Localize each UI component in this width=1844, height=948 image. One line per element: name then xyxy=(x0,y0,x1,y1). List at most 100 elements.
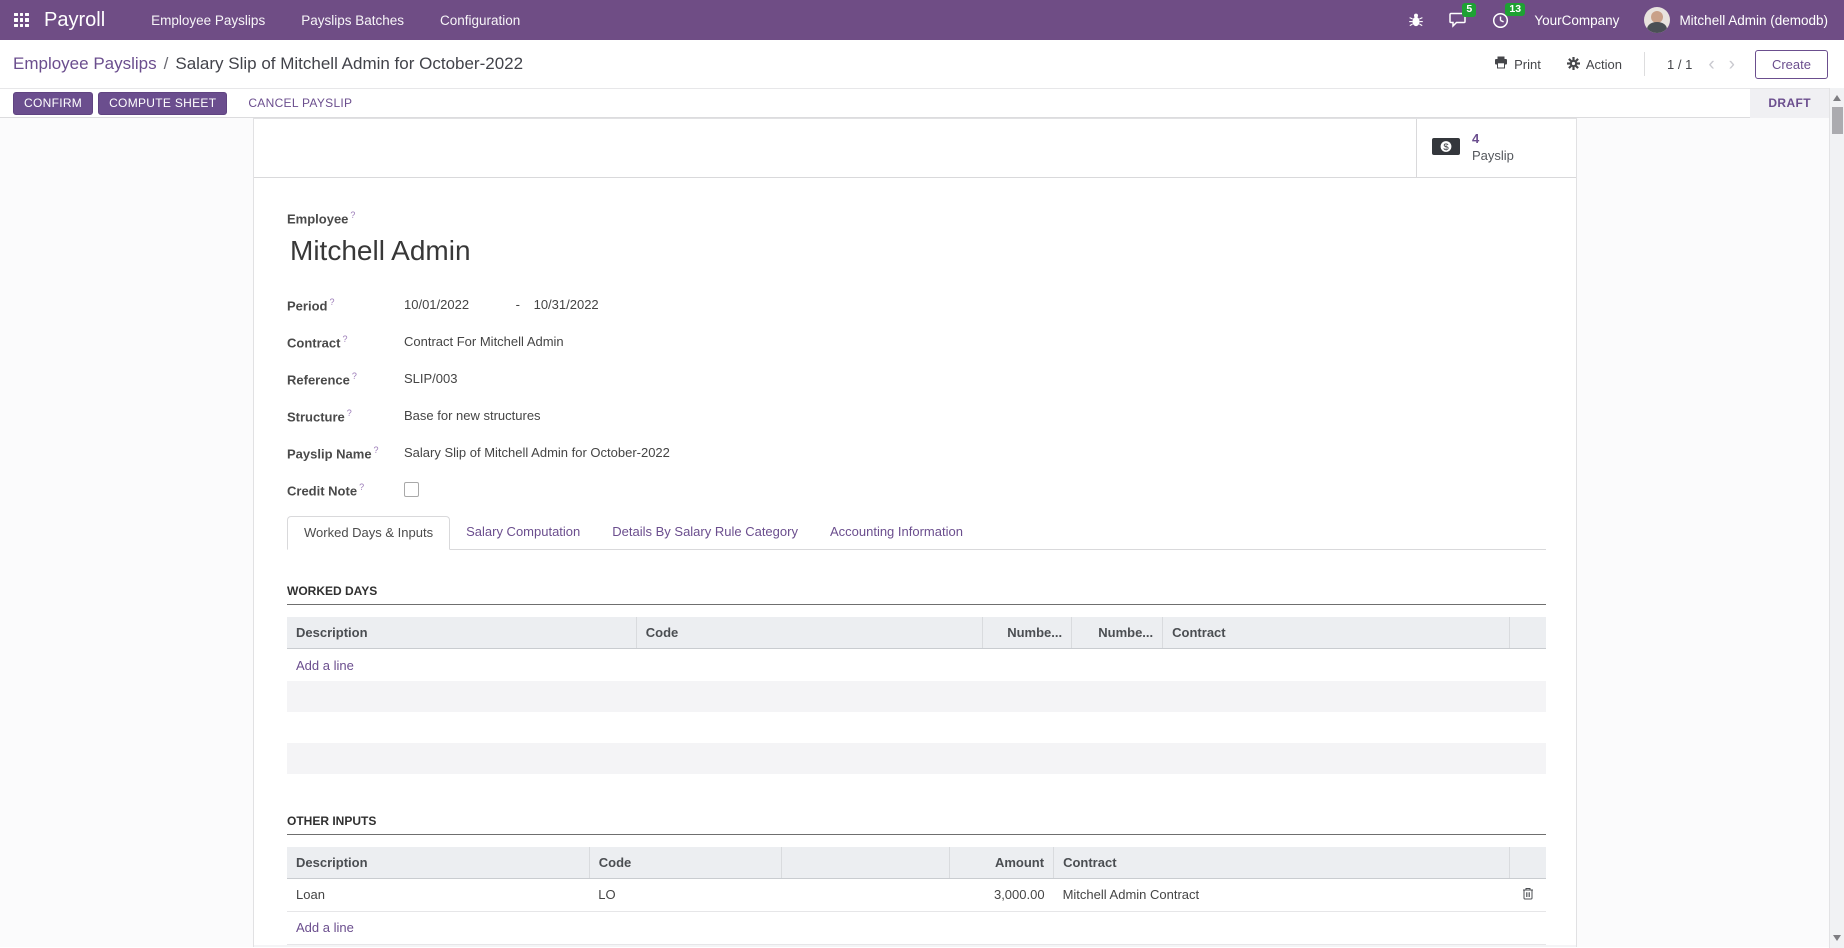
other-inputs-header-row: Description Code Amount Contract xyxy=(287,847,1546,878)
breadcrumb-current: Salary Slip of Mitchell Admin for Octobe… xyxy=(175,54,523,74)
form-sheet: $ 4 Payslip Employee? Mitchell Admin Per… xyxy=(253,118,1577,947)
other-inputs-add-a-line-link[interactable]: Add a line xyxy=(296,920,354,935)
svg-text:$: $ xyxy=(1443,142,1449,153)
top-navbar: Payroll Employee Payslips Payslips Batch… xyxy=(0,0,1844,40)
cell-code[interactable]: LO xyxy=(589,878,781,911)
form-fields: Employee? Mitchell Admin Period? 10/01/2… xyxy=(254,178,1576,947)
scrollbar-up-arrow[interactable] xyxy=(1830,90,1844,106)
help-icon: ? xyxy=(374,445,379,455)
column-contract[interactable]: Contract xyxy=(1054,847,1510,878)
worked-days-header-row: Description Code Numbe... Numbe... Contr… xyxy=(287,617,1546,648)
scrollbar-thumb[interactable] xyxy=(1832,107,1843,134)
stat-label: Payslip xyxy=(1472,148,1514,165)
tab-salary-computation[interactable]: Salary Computation xyxy=(450,516,596,550)
button-box: $ 4 Payslip xyxy=(254,119,1576,178)
column-actions xyxy=(1510,847,1546,878)
period-to-field[interactable]: 10/31/2022 xyxy=(534,297,599,312)
employee-label: Employee xyxy=(287,211,348,226)
worked-days-section-title: WORKED DAYS xyxy=(287,584,1546,605)
worked-days-table: Description Code Numbe... Numbe... Contr… xyxy=(287,617,1546,774)
empty-row xyxy=(287,712,1546,743)
state-badge-draft[interactable]: DRAFT xyxy=(1750,89,1829,118)
help-icon: ? xyxy=(359,482,364,492)
cell-contract[interactable]: Mitchell Admin Contract xyxy=(1054,878,1510,911)
period-from-field[interactable]: 10/01/2022 xyxy=(404,297,512,312)
breadcrumb: Employee Payslips / Salary Slip of Mitch… xyxy=(13,54,523,74)
reference-field[interactable]: SLIP/003 xyxy=(404,371,458,386)
scrollbar-down-arrow[interactable] xyxy=(1830,930,1844,946)
column-code[interactable]: Code xyxy=(636,617,982,648)
user-name: Mitchell Admin (demodb) xyxy=(1679,13,1828,28)
create-button[interactable]: Create xyxy=(1755,50,1828,79)
payslip-name-label: Payslip Name xyxy=(287,446,372,461)
worked-days-add-line-row: Add a line xyxy=(287,648,1546,681)
credit-note-checkbox[interactable] xyxy=(404,482,419,497)
user-menu[interactable]: Mitchell Admin (demodb) xyxy=(1644,7,1828,33)
menu-configuration[interactable]: Configuration xyxy=(440,13,520,28)
activities-clock-icon[interactable]: 13 xyxy=(1492,12,1509,29)
column-number-of-hours[interactable]: Numbe... xyxy=(1072,617,1163,648)
help-icon: ? xyxy=(329,297,334,307)
help-icon: ? xyxy=(342,334,347,344)
other-inputs-add-line-row: Add a line xyxy=(287,911,1546,944)
column-number-of-days[interactable]: Numbe... xyxy=(983,617,1072,648)
cell-amount[interactable]: 3,000.00 xyxy=(950,878,1054,911)
breadcrumb-separator: / xyxy=(164,54,169,74)
vertical-scrollbar[interactable] xyxy=(1829,88,1844,948)
tab-worked-days-inputs[interactable]: Worked Days & Inputs xyxy=(287,516,450,550)
messages-count-badge: 5 xyxy=(1462,3,1476,17)
trash-icon xyxy=(1522,888,1534,903)
structure-field[interactable]: Base for new structures xyxy=(404,408,541,423)
other-inputs-section-title: OTHER INPUTS xyxy=(287,814,1546,835)
column-description[interactable]: Description xyxy=(287,617,636,648)
menu-payslips-batches[interactable]: Payslips Batches xyxy=(301,13,404,28)
contract-label: Contract xyxy=(287,335,340,350)
payslip-name-field[interactable]: Salary Slip of Mitchell Admin for Octobe… xyxy=(404,445,670,460)
pager-next-icon[interactable]: › xyxy=(1729,55,1735,74)
action-label: Action xyxy=(1586,57,1622,72)
period-row: Period? 10/01/2022 - 10/31/2022 xyxy=(287,293,1546,316)
money-bill-icon: $ xyxy=(1431,137,1461,159)
stat-value: 4 xyxy=(1472,131,1514,148)
app-title[interactable]: Payroll xyxy=(44,9,105,32)
period-label: Period xyxy=(287,298,327,313)
column-actions xyxy=(1510,617,1546,648)
compute-sheet-button[interactable]: COMPUTE SHEET xyxy=(98,92,227,115)
notebook-tabs: Worked Days & Inputs Salary Computation … xyxy=(287,515,1546,550)
divider xyxy=(1644,52,1645,76)
company-switcher[interactable]: YourCompany xyxy=(1534,13,1619,28)
contract-field[interactable]: Contract For Mitchell Admin xyxy=(404,334,564,349)
printer-icon xyxy=(1494,56,1508,72)
tab-accounting-information[interactable]: Accounting Information xyxy=(814,516,979,550)
worked-days-add-a-line-link[interactable]: Add a line xyxy=(296,658,354,673)
column-amount[interactable]: Amount xyxy=(950,847,1054,878)
breadcrumb-parent[interactable]: Employee Payslips xyxy=(13,54,157,74)
column-code[interactable]: Code xyxy=(589,847,781,878)
control-panel: Employee Payslips / Salary Slip of Mitch… xyxy=(0,40,1844,88)
activities-count-badge: 13 xyxy=(1505,3,1525,17)
debug-bug-icon[interactable] xyxy=(1408,12,1424,28)
confirm-button[interactable]: CONFIRM xyxy=(13,92,93,115)
pager-previous-icon[interactable]: ‹ xyxy=(1708,55,1714,74)
messages-icon[interactable]: 5 xyxy=(1449,12,1467,28)
contract-row: Contract? Contract For Mitchell Admin xyxy=(287,330,1546,353)
apps-grid-icon[interactable] xyxy=(14,13,29,28)
cancel-payslip-button[interactable]: CANCEL PAYSLIP xyxy=(238,93,362,114)
column-description[interactable]: Description xyxy=(287,847,589,878)
employee-field[interactable]: Mitchell Admin xyxy=(290,235,1546,267)
structure-row: Structure? Base for new structures xyxy=(287,404,1546,427)
delete-row-button[interactable] xyxy=(1510,878,1546,911)
tab-details-by-salary-rule-category[interactable]: Details By Salary Rule Category xyxy=(596,516,814,550)
payslip-name-row: Payslip Name? Salary Slip of Mitchell Ad… xyxy=(287,441,1546,464)
cell-description[interactable]: Loan xyxy=(287,878,589,911)
topbar-right: 5 13 YourCompany Mitchell Admin (demodb) xyxy=(1408,7,1828,33)
reference-row: Reference? SLIP/003 xyxy=(287,367,1546,390)
menu-employee-payslips[interactable]: Employee Payslips xyxy=(151,13,265,28)
period-range-separator: - xyxy=(516,297,520,312)
column-spacer xyxy=(781,847,949,878)
print-label: Print xyxy=(1514,57,1541,72)
action-button[interactable]: Action xyxy=(1567,57,1622,72)
column-contract[interactable]: Contract xyxy=(1163,617,1510,648)
payslip-stat-button[interactable]: $ 4 Payslip xyxy=(1416,119,1576,177)
print-button[interactable]: Print xyxy=(1494,56,1541,72)
